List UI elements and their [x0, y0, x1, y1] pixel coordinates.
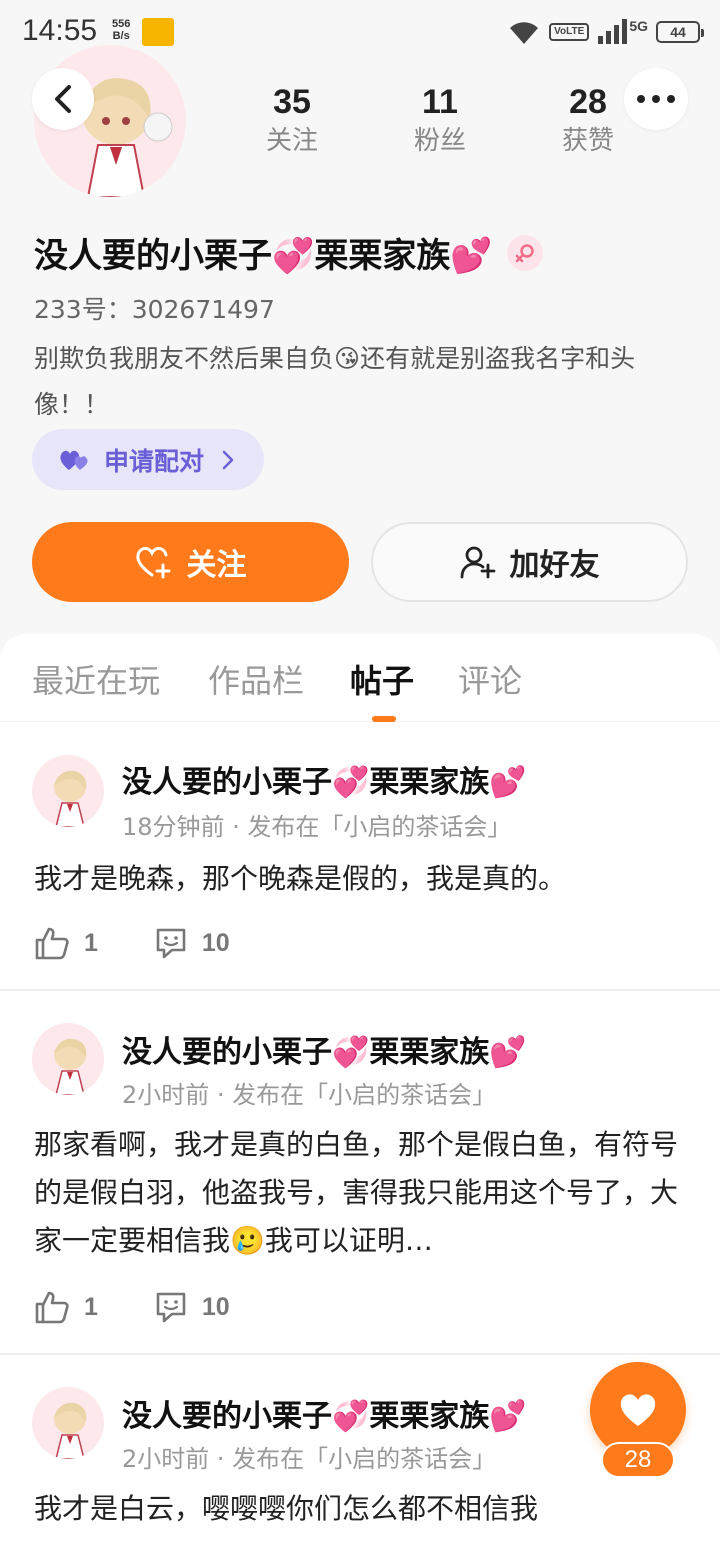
stat-value: 35 [273, 83, 311, 121]
more-options-button[interactable] [624, 68, 688, 130]
add-user-icon [460, 546, 495, 579]
like-button[interactable]: 1 [34, 1290, 98, 1324]
wifi-icon [510, 22, 539, 44]
status-icons: VoLTE 5G 44 [507, 16, 704, 48]
post-actions: 1 10 [34, 923, 230, 963]
post-text: 那家看啊，我才是真的白鱼，那个是假白鱼，有符号的是假白羽，他盗我号，害得我只能用… [34, 1128, 679, 1257]
comment-count: 10 [201, 928, 230, 957]
profile-name: 没人要的小栗子💞栗栗家族💕 [34, 228, 543, 277]
tab-bar: 最近在玩 作品栏 帖子 评论 [0, 634, 720, 722]
post-actions: 1 10 [34, 1287, 230, 1327]
status-time: 14:55 [22, 14, 98, 47]
anime-character-avatar [54, 1402, 87, 1459]
comment-button[interactable]: 10 [154, 926, 230, 960]
stat-label: 关注 [265, 126, 318, 156]
like-button[interactable]: 1 [34, 926, 98, 960]
notification-folder-icon [142, 18, 174, 46]
post-meta: 18分钟前 · 发布在「小启的茶话会」 [122, 813, 512, 841]
post-author-avatar[interactable] [32, 1023, 104, 1095]
hearts-icon [60, 450, 88, 470]
post-author-name[interactable]: 没人要的小栗子💞栗栗家族💕 [122, 1027, 527, 1071]
post-text: 我才是晚森，那个晚森是假的，我是真的。 [34, 862, 567, 895]
stat-label: 粉丝 [413, 126, 466, 156]
back-button[interactable] [32, 68, 94, 130]
post-meta: 2小时前 · 发布在「小启的茶话会」 [122, 1081, 497, 1109]
tab-recently-played[interactable]: 最近在玩 [32, 656, 160, 702]
signal-icon [598, 19, 628, 44]
heart-plus-icon [135, 546, 170, 579]
stat-fans[interactable]: 11 粉丝 [380, 82, 500, 158]
add-friend-button[interactable]: 加好友 [371, 522, 688, 602]
post-author-avatar[interactable] [32, 1387, 104, 1459]
profile-name-text: 没人要的小栗子💞栗栗家族💕 [34, 236, 493, 276]
post-meta: 2小时前 · 发布在「小启的茶话会」 [122, 1445, 497, 1473]
stat-label: 获赞 [561, 126, 614, 156]
thumbs-up-icon [35, 927, 69, 960]
chevron-left-icon [55, 85, 71, 113]
post-item[interactable]: 没人要的小栗子💞栗栗家族💕 18分钟前 · 发布在「小启的茶话会」 我才是晚森，… [0, 723, 720, 991]
active-tab-indicator [372, 716, 396, 722]
profile-bio: 别欺负我朋友不然后果自负😘还有就是别盗我名字和头像！！ [34, 344, 636, 419]
heart-icon [620, 1394, 656, 1426]
user-id: 233号：302671497 [34, 295, 275, 324]
tab-works[interactable]: 作品栏 [208, 656, 304, 702]
like-count: 1 [84, 928, 98, 957]
anime-character-avatar [54, 770, 87, 827]
stat-following[interactable]: 35 关注 [232, 82, 352, 158]
network-type: 5G [629, 18, 648, 34]
tab-posts[interactable]: 帖子 [350, 656, 414, 702]
comment-button[interactable]: 10 [154, 1290, 230, 1324]
follow-button[interactable]: 关注 [32, 522, 349, 602]
follow-label: 关注 [186, 548, 247, 583]
chevron-right-icon [222, 450, 234, 469]
request-match-label: 申请配对 [104, 446, 205, 476]
comment-smile-icon [156, 1292, 186, 1323]
floating-like-count: 28 [601, 1442, 675, 1478]
post-author-name[interactable]: 没人要的小栗子💞栗栗家族💕 [122, 757, 527, 801]
volte-icon: VoLTE [549, 23, 590, 41]
post-author-name[interactable]: 没人要的小栗子💞栗栗家族💕 [122, 1391, 527, 1435]
more-dots-icon [637, 95, 675, 103]
post-author-avatar[interactable] [32, 755, 104, 827]
comment-count: 10 [201, 1292, 230, 1321]
add-friend-label: 加好友 [509, 548, 600, 583]
comment-smile-icon [156, 928, 186, 959]
tab-comments[interactable]: 评论 [458, 656, 522, 702]
female-gender-icon [506, 234, 543, 271]
thumbs-up-icon [35, 1291, 69, 1324]
net-speed: 556 B/s [112, 18, 131, 42]
post-item[interactable]: 没人要的小栗子💞栗栗家族💕 2小时前 · 发布在「小启的茶话会」 那家看啊，我才… [0, 993, 720, 1355]
battery-icon: 44 [656, 21, 704, 43]
anime-character-avatar [54, 1038, 87, 1095]
post-text: 我才是白云，嘤嘤嘤你们怎么都不相信我 [34, 1492, 539, 1525]
request-match-button[interactable]: 申请配对 [32, 429, 264, 490]
like-count: 1 [84, 1292, 98, 1321]
stat-value: 11 [422, 83, 458, 121]
